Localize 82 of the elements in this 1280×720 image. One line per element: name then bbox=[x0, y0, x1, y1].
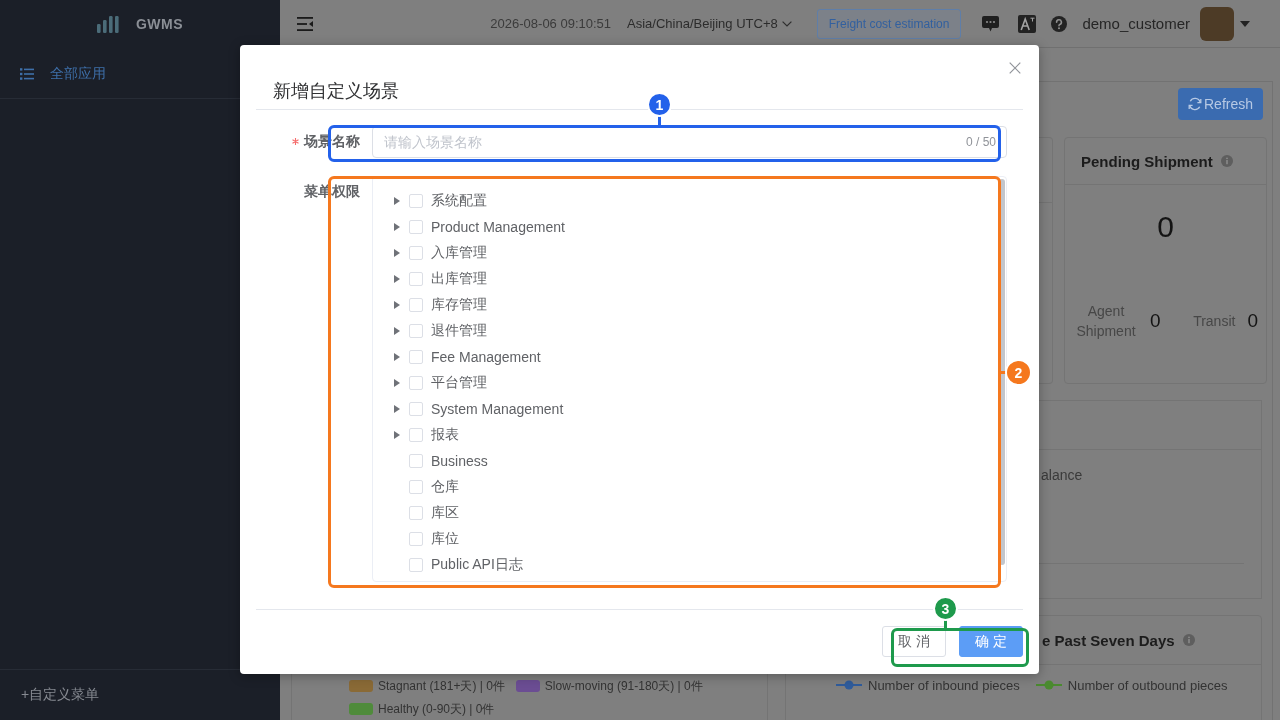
menu-fold-icon[interactable] bbox=[297, 16, 313, 31]
tree-node-label[interactable]: 平台管理 bbox=[431, 374, 487, 392]
caret-down-icon[interactable] bbox=[1240, 20, 1250, 27]
checkbox[interactable] bbox=[409, 454, 423, 468]
tree-node-label[interactable]: 退件管理 bbox=[431, 322, 487, 340]
expand-caret-icon[interactable] bbox=[394, 405, 400, 413]
stat-value: 0 bbox=[1247, 310, 1258, 332]
checkbox[interactable] bbox=[409, 532, 423, 546]
checkbox[interactable] bbox=[409, 402, 423, 416]
refresh-icon bbox=[1188, 97, 1202, 111]
tree-node-label[interactable]: 系统配置 bbox=[431, 192, 487, 210]
expand-caret-icon[interactable] bbox=[394, 327, 400, 335]
tree-node-label[interactable]: 仓库 bbox=[431, 478, 459, 496]
expand-caret-icon[interactable] bbox=[394, 223, 400, 231]
step-number-badge: 1 bbox=[647, 92, 672, 117]
tree-node-label[interactable]: 库区 bbox=[431, 504, 459, 522]
tree-node-label[interactable]: 报表 bbox=[431, 426, 459, 444]
checkbox[interactable] bbox=[409, 480, 423, 494]
checkbox[interactable] bbox=[409, 298, 423, 312]
scrollbar-thumb[interactable] bbox=[999, 179, 1005, 565]
expand-caret-icon[interactable] bbox=[394, 301, 400, 309]
username[interactable]: demo_customer bbox=[1082, 15, 1190, 32]
legend-line-icon[interactable] bbox=[1035, 680, 1062, 690]
stat-label: Agent Shipment bbox=[1075, 302, 1137, 341]
pending-total: 0 bbox=[1157, 209, 1174, 245]
timezone-dropdown[interactable]: Asia/China/Beijing UTC+8 bbox=[627, 16, 792, 31]
expand-caret-icon[interactable] bbox=[394, 379, 400, 387]
expand-caret-icon[interactable] bbox=[394, 353, 400, 361]
legend-swatch-icon[interactable] bbox=[515, 680, 540, 692]
legend-label[interactable]: Healthy (0-90天) | 0件 bbox=[378, 700, 495, 718]
legend-swatch-icon[interactable] bbox=[349, 703, 373, 715]
legend-line-icon[interactable] bbox=[836, 680, 862, 690]
tree-node-label[interactable]: 出库管理 bbox=[431, 270, 487, 288]
bar-chart-logo-icon bbox=[96, 15, 119, 33]
tree-node-label[interactable]: 库存管理 bbox=[431, 296, 487, 314]
chat-bubble-icon[interactable] bbox=[982, 15, 1000, 32]
panel-text: alance bbox=[1041, 467, 1083, 483]
checkbox[interactable] bbox=[409, 220, 423, 234]
stat-value: 0 bbox=[1150, 310, 1161, 332]
legend-label[interactable]: Number of inbound pieces bbox=[868, 677, 1020, 693]
checkbox[interactable] bbox=[409, 246, 423, 260]
tree-node-label[interactable]: 库位 bbox=[431, 530, 459, 548]
legend-label[interactable]: Number of outbound pieces bbox=[1067, 677, 1228, 693]
help-icon[interactable] bbox=[1051, 15, 1068, 32]
checkbox[interactable] bbox=[409, 324, 423, 338]
tree-node-label[interactable]: 入库管理 bbox=[431, 244, 487, 262]
translate-icon[interactable] bbox=[1018, 14, 1037, 33]
logo-text: GWMS bbox=[135, 16, 184, 32]
menu-item[interactable]: 全部应用 bbox=[0, 52, 240, 96]
legend-swatch-icon[interactable] bbox=[349, 680, 373, 692]
tree-node-label[interactable]: Business bbox=[431, 453, 488, 469]
chevron-down-icon bbox=[781, 20, 792, 27]
checkbox[interactable] bbox=[409, 506, 423, 520]
step-number-badge: 2 bbox=[1005, 359, 1032, 386]
tree-node-label[interactable]: Public API日志 bbox=[431, 556, 523, 574]
char-counter: 0 / 50 bbox=[965, 135, 996, 149]
checkbox[interactable] bbox=[409, 194, 423, 208]
avatar-photo-placeholder[interactable] bbox=[1200, 6, 1234, 41]
expand-caret-icon[interactable] bbox=[394, 431, 400, 439]
tree-node-label[interactable]: Fee Management bbox=[431, 349, 541, 365]
expand-caret-icon[interactable] bbox=[394, 249, 400, 257]
checkbox[interactable] bbox=[409, 376, 423, 390]
checkbox[interactable] bbox=[409, 350, 423, 364]
info-icon[interactable] bbox=[1220, 155, 1233, 167]
legend-label[interactable]: Slow-moving (91-180天) | 0件 bbox=[544, 677, 703, 695]
tree-node-label[interactable]: Product Management bbox=[431, 219, 565, 235]
tree-node-label[interactable]: System Management bbox=[431, 401, 564, 417]
legend-label[interactable]: Stagnant (181+天) | 0件 bbox=[378, 677, 505, 695]
dialog-title: 新增自定义场景 bbox=[273, 81, 399, 101]
info-icon[interactable] bbox=[1182, 634, 1195, 646]
card-title: Pending Shipment bbox=[1081, 152, 1213, 170]
checkbox[interactable] bbox=[409, 272, 423, 286]
checkbox[interactable] bbox=[409, 558, 423, 572]
step-number-badge: 3 bbox=[933, 596, 958, 621]
stat-label: Transit bbox=[1193, 312, 1236, 331]
expand-caret-icon[interactable] bbox=[394, 197, 400, 205]
checkbox[interactable] bbox=[409, 428, 423, 442]
panel-title: e Past Seven Days bbox=[1042, 631, 1175, 649]
date-time: 2026-08-06 09:10:51 bbox=[490, 16, 612, 31]
expand-caret-icon[interactable] bbox=[394, 275, 400, 283]
close-icon[interactable] bbox=[1009, 62, 1021, 74]
list-icon bbox=[20, 68, 34, 80]
